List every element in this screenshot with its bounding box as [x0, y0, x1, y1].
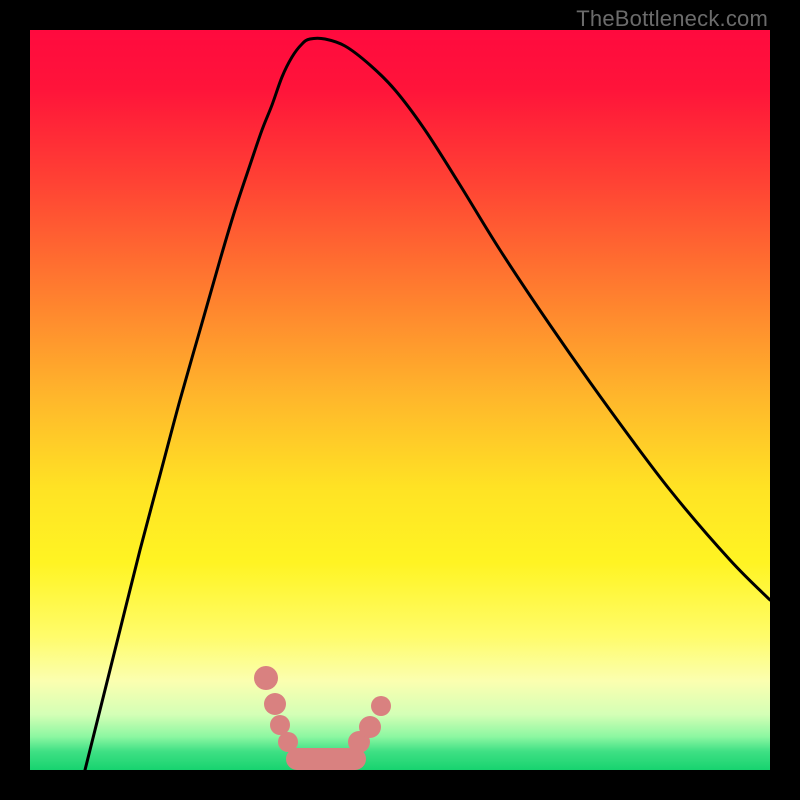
curve-marker: [371, 696, 391, 716]
curve-marker: [359, 716, 381, 738]
curve-marker: [254, 666, 278, 690]
gradient-background: [30, 30, 770, 770]
plot-area: [30, 30, 770, 770]
outer-frame: TheBottleneck.com: [0, 0, 800, 800]
chart-svg: [30, 30, 770, 770]
curve-valley-band: [286, 748, 366, 770]
curve-marker: [264, 693, 286, 715]
watermark-text: TheBottleneck.com: [576, 6, 768, 32]
curve-marker: [270, 715, 290, 735]
